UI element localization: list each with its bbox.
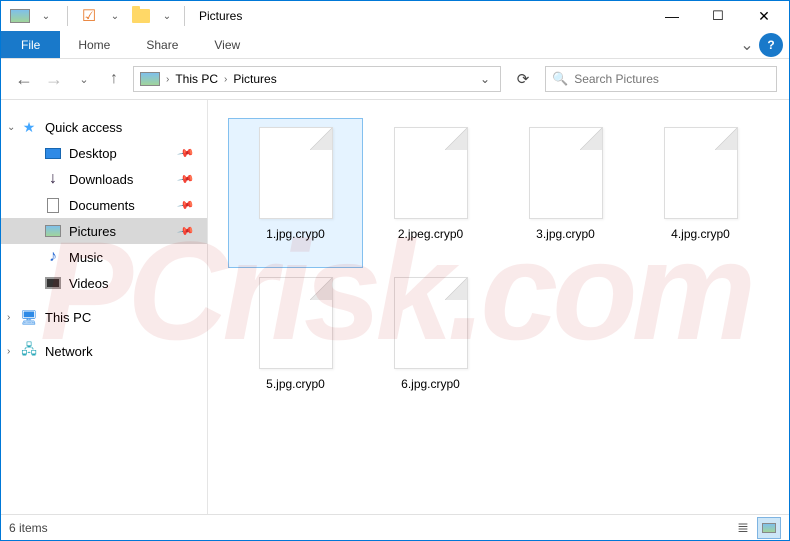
statusbar: 6 items ≣ <box>1 514 789 540</box>
sidebar-item-pictures[interactable]: Pictures 📌 <box>1 218 207 244</box>
file-thumb-icon <box>394 127 468 219</box>
tab-home[interactable]: Home <box>60 31 128 58</box>
star-icon: ★ <box>21 119 37 135</box>
document-icon <box>45 197 61 213</box>
qat-dropdown2-icon[interactable]: ⌄ <box>104 5 126 27</box>
forward-button[interactable]: → <box>43 68 65 90</box>
file-thumb-icon <box>394 277 468 369</box>
pin-icon: 📌 <box>177 196 196 215</box>
file-label: 1.jpg.cryp0 <box>266 227 325 241</box>
maximize-button[interactable]: ☐ <box>695 1 741 31</box>
refresh-button[interactable]: ⟳ <box>509 66 537 92</box>
file-item[interactable]: 4.jpg.cryp0 <box>633 118 768 268</box>
recent-dropdown-icon[interactable]: ⌄ <box>73 68 95 90</box>
sidebar-item-music[interactable]: ♪ Music <box>1 244 207 270</box>
desktop-icon <box>45 145 61 161</box>
titlebar: ⌄ ☑ ⌄ ⌄ Pictures — ☐ ✕ <box>1 1 789 31</box>
file-thumb-icon <box>529 127 603 219</box>
file-label: 6.jpg.cryp0 <box>401 377 460 391</box>
details-view-button[interactable]: ≣ <box>731 517 755 539</box>
window-title: Pictures <box>199 9 242 23</box>
back-button[interactable]: ← <box>13 68 35 90</box>
search-icon: 🔍 <box>552 71 568 87</box>
file-item[interactable]: 6.jpg.cryp0 <box>363 268 498 418</box>
sidebar-quick-access[interactable]: ⌄ ★ Quick access <box>1 114 207 140</box>
breadcrumb-pictures[interactable]: Pictures <box>231 72 278 86</box>
pictures-icon <box>45 223 61 239</box>
file-item[interactable]: 5.jpg.cryp0 <box>228 268 363 418</box>
file-item[interactable]: 2.jpeg.cryp0 <box>363 118 498 268</box>
up-button[interactable]: ↑ <box>103 68 125 90</box>
folder-icon[interactable] <box>130 5 152 27</box>
explorer-window: ⌄ ☑ ⌄ ⌄ Pictures — ☐ ✕ File Home Share V… <box>0 0 790 541</box>
file-thumb-icon <box>259 127 333 219</box>
file-pane[interactable]: 1.jpg.cryp0 2.jpeg.cryp0 3.jpg.cryp0 4.jpg.… <box>208 100 789 514</box>
file-label: 2.jpeg.cryp0 <box>398 227 463 241</box>
breadcrumb-dropdown-icon[interactable]: ⌄ <box>480 72 496 86</box>
pin-icon: 📌 <box>177 144 196 163</box>
sidebar-item-label: Music <box>69 250 103 265</box>
sidebar-item-label: Videos <box>69 276 109 291</box>
search-input[interactable] <box>574 72 770 86</box>
pin-icon: 📌 <box>177 170 196 189</box>
sidebar: ⌄ ★ Quick access Desktop 📌 ↓ Downloads 📌… <box>1 100 208 514</box>
ribbon: File Home Share View ⌄ ? <box>1 31 789 59</box>
qat-props-icon[interactable]: ☑ <box>78 5 100 27</box>
chevron-right-icon[interactable]: › <box>164 74 171 85</box>
sidebar-item-downloads[interactable]: ↓ Downloads 📌 <box>1 166 207 192</box>
chevron-right-icon[interactable]: › <box>7 312 10 323</box>
breadcrumb[interactable]: › This PC › Pictures ⌄ <box>133 66 501 92</box>
breadcrumb-root-icon[interactable] <box>138 72 162 86</box>
minimize-button[interactable]: — <box>649 1 695 31</box>
sidebar-item-videos[interactable]: Videos <box>1 270 207 296</box>
file-thumb-icon <box>664 127 738 219</box>
chevron-down-icon[interactable]: ⌄ <box>7 122 15 133</box>
file-item[interactable]: 3.jpg.cryp0 <box>498 118 633 268</box>
chevron-right-icon[interactable]: › <box>222 74 229 85</box>
breadcrumb-this-pc[interactable]: This PC <box>173 72 220 86</box>
sidebar-item-label: Documents <box>69 198 135 213</box>
app-icon[interactable] <box>9 5 31 27</box>
sidebar-item-label: Downloads <box>69 172 133 187</box>
tab-view[interactable]: View <box>196 31 258 58</box>
sidebar-network[interactable]: › 🖧 Network <box>1 338 207 364</box>
sidebar-this-pc-label: This PC <box>45 310 91 325</box>
status-text: 6 items <box>9 521 48 535</box>
file-item[interactable]: 1.jpg.cryp0 <box>228 118 363 268</box>
qat-overflow-icon[interactable]: ⌄ <box>156 5 178 27</box>
file-label: 4.jpg.cryp0 <box>671 227 730 241</box>
sidebar-network-label: Network <box>45 344 93 359</box>
file-thumb-icon <box>259 277 333 369</box>
sidebar-quick-access-label: Quick access <box>45 120 122 135</box>
file-label: 3.jpg.cryp0 <box>536 227 595 241</box>
qat-dropdown-icon[interactable]: ⌄ <box>35 5 57 27</box>
quick-access-toolbar: ⌄ ☑ ⌄ ⌄ <box>3 5 178 27</box>
help-button[interactable]: ? <box>759 33 783 57</box>
ribbon-collapse-icon[interactable]: ⌄ <box>735 31 759 58</box>
close-button[interactable]: ✕ <box>741 1 787 31</box>
file-label: 5.jpg.cryp0 <box>266 377 325 391</box>
pin-icon: 📌 <box>177 222 196 241</box>
download-icon: ↓ <box>45 171 61 187</box>
sidebar-item-documents[interactable]: Documents 📌 <box>1 192 207 218</box>
tab-share[interactable]: Share <box>128 31 196 58</box>
large-icons-view-button[interactable] <box>757 517 781 539</box>
sidebar-item-label: Desktop <box>69 146 117 161</box>
sidebar-item-desktop[interactable]: Desktop 📌 <box>1 140 207 166</box>
file-tab[interactable]: File <box>1 31 60 58</box>
music-icon: ♪ <box>45 249 61 265</box>
sidebar-this-pc[interactable]: › 🖥 This PC <box>1 304 207 330</box>
chevron-right-icon[interactable]: › <box>7 346 10 357</box>
sidebar-item-label: Pictures <box>69 224 116 239</box>
addressbar: ← → ⌄ ↑ › This PC › Pictures ⌄ ⟳ 🔍 <box>1 59 789 99</box>
video-icon <box>45 275 61 291</box>
search-box[interactable]: 🔍 <box>545 66 777 92</box>
network-icon: 🖧 <box>21 343 37 359</box>
pc-icon: 🖥 <box>21 309 37 325</box>
body: ⌄ ★ Quick access Desktop 📌 ↓ Downloads 📌… <box>1 99 789 514</box>
